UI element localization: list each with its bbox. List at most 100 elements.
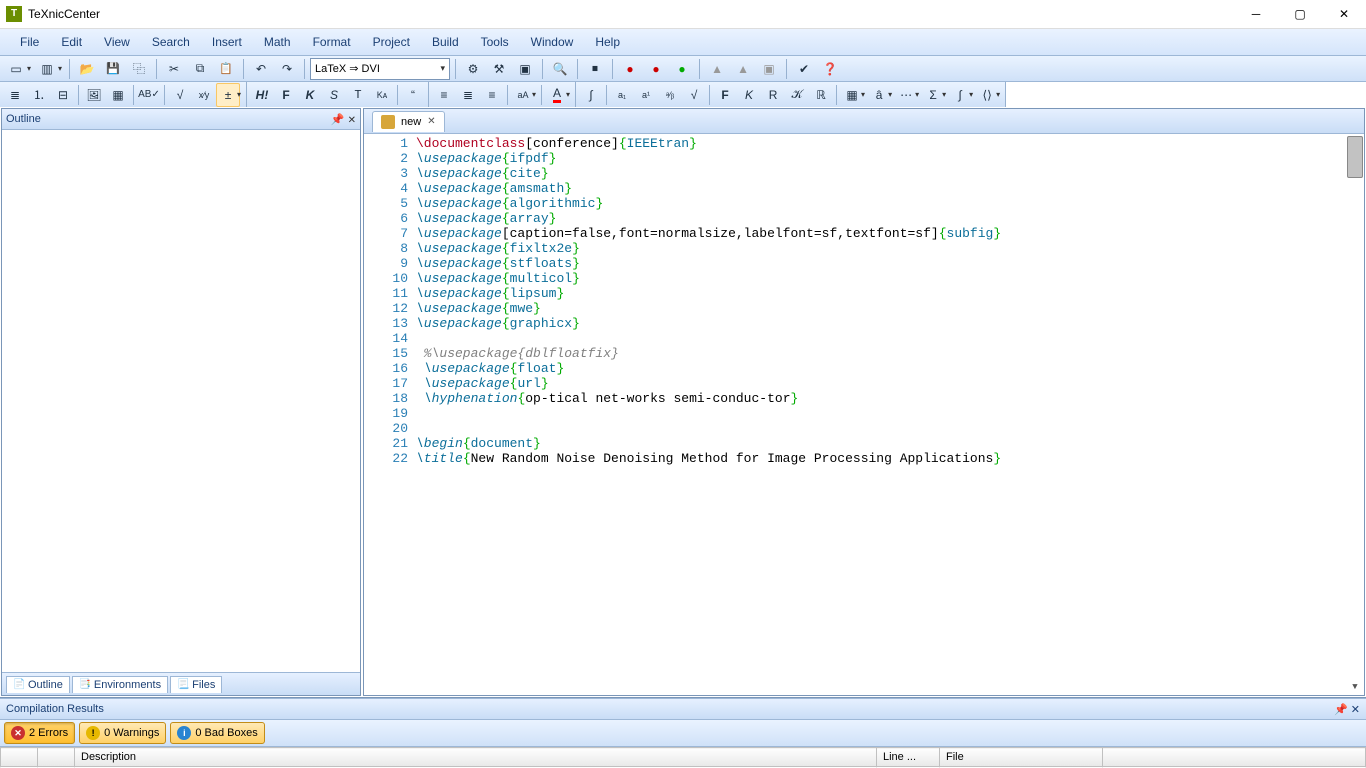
- menu-build[interactable]: Build: [422, 31, 469, 53]
- outline-header: Outline 📌 ✕: [2, 109, 360, 130]
- math-mode-button[interactable]: ∫: [579, 83, 603, 107]
- tab-files[interactable]: 📃Files: [170, 676, 222, 693]
- col-icon[interactable]: [1, 748, 38, 767]
- new-button[interactable]: [4, 57, 28, 81]
- open-button[interactable]: [75, 57, 99, 81]
- results-header: Compilation Results 📌 ✕: [0, 698, 1366, 720]
- spellcheck-button[interactable]: ✔: [792, 57, 816, 81]
- next-badbox-button[interactable]: ▲: [705, 57, 729, 81]
- col-description[interactable]: Description: [75, 748, 877, 767]
- superscript-button[interactable]: a¹: [634, 83, 658, 107]
- prev-badbox-button[interactable]: ▲: [731, 57, 755, 81]
- mathbb-button[interactable]: ℝ: [809, 83, 833, 107]
- spell-button[interactable]: AB✓: [137, 83, 161, 107]
- prev-error-button[interactable]: ●: [644, 57, 668, 81]
- toggle-button-a[interactable]: ▣: [757, 57, 781, 81]
- view-output-button[interactable]: 🔍: [548, 57, 572, 81]
- frac-button[interactable]: x⁄y: [192, 83, 216, 107]
- menu-insert[interactable]: Insert: [202, 31, 252, 53]
- copy-button[interactable]: [188, 57, 212, 81]
- tab-outline[interactable]: 📄Outline: [6, 676, 70, 693]
- stop-build-button[interactable]: ⏹: [583, 57, 607, 81]
- save-button[interactable]: [101, 57, 125, 81]
- build-all-button[interactable]: ⚒: [487, 57, 511, 81]
- build-button[interactable]: ⚙: [461, 57, 485, 81]
- editor-tab-new[interactable]: new ✕: [372, 111, 445, 132]
- pin-icon[interactable]: 📌: [331, 114, 345, 126]
- bold-button[interactable]: F: [274, 83, 298, 107]
- menu-math[interactable]: Math: [254, 31, 301, 53]
- col-file[interactable]: File: [940, 748, 1103, 767]
- toolbar-main: ▾ ▥▾ ⿻ LaTeX ⇒ DVI ▾ ⚙ ⚒ ▣ 🔍 ⏹ ● ● ● ▲ ▲…: [0, 56, 1366, 82]
- col-line[interactable]: Line ...: [877, 748, 940, 767]
- align-left-button[interactable]: ≡: [432, 83, 456, 107]
- pin-icon[interactable]: 📌: [1334, 704, 1348, 716]
- root-button[interactable]: √: [682, 83, 706, 107]
- menu-format[interactable]: Format: [303, 31, 361, 53]
- undo-button[interactable]: [249, 57, 273, 81]
- mathbold-button[interactable]: F: [713, 83, 737, 107]
- slanted-button[interactable]: S: [322, 83, 346, 107]
- menu-project[interactable]: Project: [363, 31, 420, 53]
- build-view-button[interactable]: ▣: [513, 57, 537, 81]
- table-button[interactable]: ▦: [106, 83, 130, 107]
- outline-title: Outline: [6, 113, 41, 125]
- filter-badboxes-button[interactable]: i0 Bad Boxes: [170, 722, 264, 744]
- description-button[interactable]: ⊟: [51, 83, 75, 107]
- menu-help[interactable]: Help: [585, 31, 630, 53]
- cut-button[interactable]: [162, 57, 186, 81]
- next-warning-button[interactable]: ●: [670, 57, 694, 81]
- quote-button[interactable]: “: [401, 83, 425, 107]
- align-center-button[interactable]: ≣: [456, 83, 480, 107]
- paste-button[interactable]: [214, 57, 238, 81]
- save-all-button[interactable]: ⿻: [127, 57, 151, 81]
- results-title: Compilation Results: [6, 703, 104, 715]
- typewriter-button[interactable]: T: [346, 83, 370, 107]
- results-filters: ✕2 Errors !0 Warnings i0 Bad Boxes: [0, 720, 1366, 747]
- maximize-button[interactable]: ▢: [1278, 0, 1322, 28]
- menu-view[interactable]: View: [94, 31, 140, 53]
- help-button[interactable]: ❓: [818, 57, 842, 81]
- smallcaps-button[interactable]: Kᴀ: [370, 83, 394, 107]
- error-icon: ✕: [11, 726, 25, 740]
- app-icon: T: [6, 6, 22, 22]
- menu-tools[interactable]: Tools: [471, 31, 519, 53]
- close-results-button[interactable]: ✕: [1351, 704, 1360, 716]
- menu-file[interactable]: File: [10, 31, 49, 53]
- results-grid[interactable]: Description Line ... File ✕1File `mwe.st…: [0, 747, 1366, 768]
- fraction-button[interactable]: ᵃ⁄ᵦ: [658, 83, 682, 107]
- itemize-button[interactable]: ≣: [3, 83, 27, 107]
- figure-button[interactable]: 🖼: [82, 83, 106, 107]
- menu-edit[interactable]: Edit: [51, 31, 92, 53]
- minimize-button[interactable]: ─: [1234, 0, 1278, 28]
- mathit-button[interactable]: K: [737, 83, 761, 107]
- col-num[interactable]: [38, 748, 75, 767]
- scrollbar-thumb[interactable]: [1347, 136, 1363, 178]
- menu-search[interactable]: Search: [142, 31, 200, 53]
- tab-environments[interactable]: 📑Environments: [72, 676, 168, 693]
- outline-body: [2, 130, 360, 672]
- close-tab-button[interactable]: ✕: [427, 116, 435, 127]
- align-right-button[interactable]: ≡: [480, 83, 504, 107]
- close-button[interactable]: ✕: [1322, 0, 1366, 28]
- warning-icon: !: [86, 726, 100, 740]
- filter-warnings-button[interactable]: !0 Warnings: [79, 722, 166, 744]
- redo-button[interactable]: [275, 57, 299, 81]
- mathrm-button[interactable]: R: [761, 83, 785, 107]
- enumerate-button[interactable]: ⒈: [27, 83, 51, 107]
- filter-errors-button[interactable]: ✕2 Errors: [4, 722, 75, 744]
- scroll-down-button[interactable]: ▼: [1347, 679, 1363, 695]
- new-project-button[interactable]: ▥: [35, 57, 59, 81]
- next-error-button[interactable]: ●: [618, 57, 642, 81]
- sqrt-button[interactable]: √: [168, 83, 192, 107]
- heading-button[interactable]: H!: [250, 83, 274, 107]
- italic-button[interactable]: K: [298, 83, 322, 107]
- subscript-button[interactable]: a₁: [610, 83, 634, 107]
- code-content[interactable]: \documentclass[conference]{IEEEtran} \us…: [416, 134, 1001, 695]
- output-profile-combo[interactable]: LaTeX ⇒ DVI ▾: [310, 58, 450, 80]
- menu-window[interactable]: Window: [521, 31, 584, 53]
- mathcal-button[interactable]: 𝒦: [785, 83, 809, 107]
- code-editor[interactable]: 12345678910111213141516171819202122 \doc…: [364, 134, 1364, 695]
- close-pane-button[interactable]: ✕: [348, 115, 356, 126]
- col-extra[interactable]: [1103, 748, 1366, 767]
